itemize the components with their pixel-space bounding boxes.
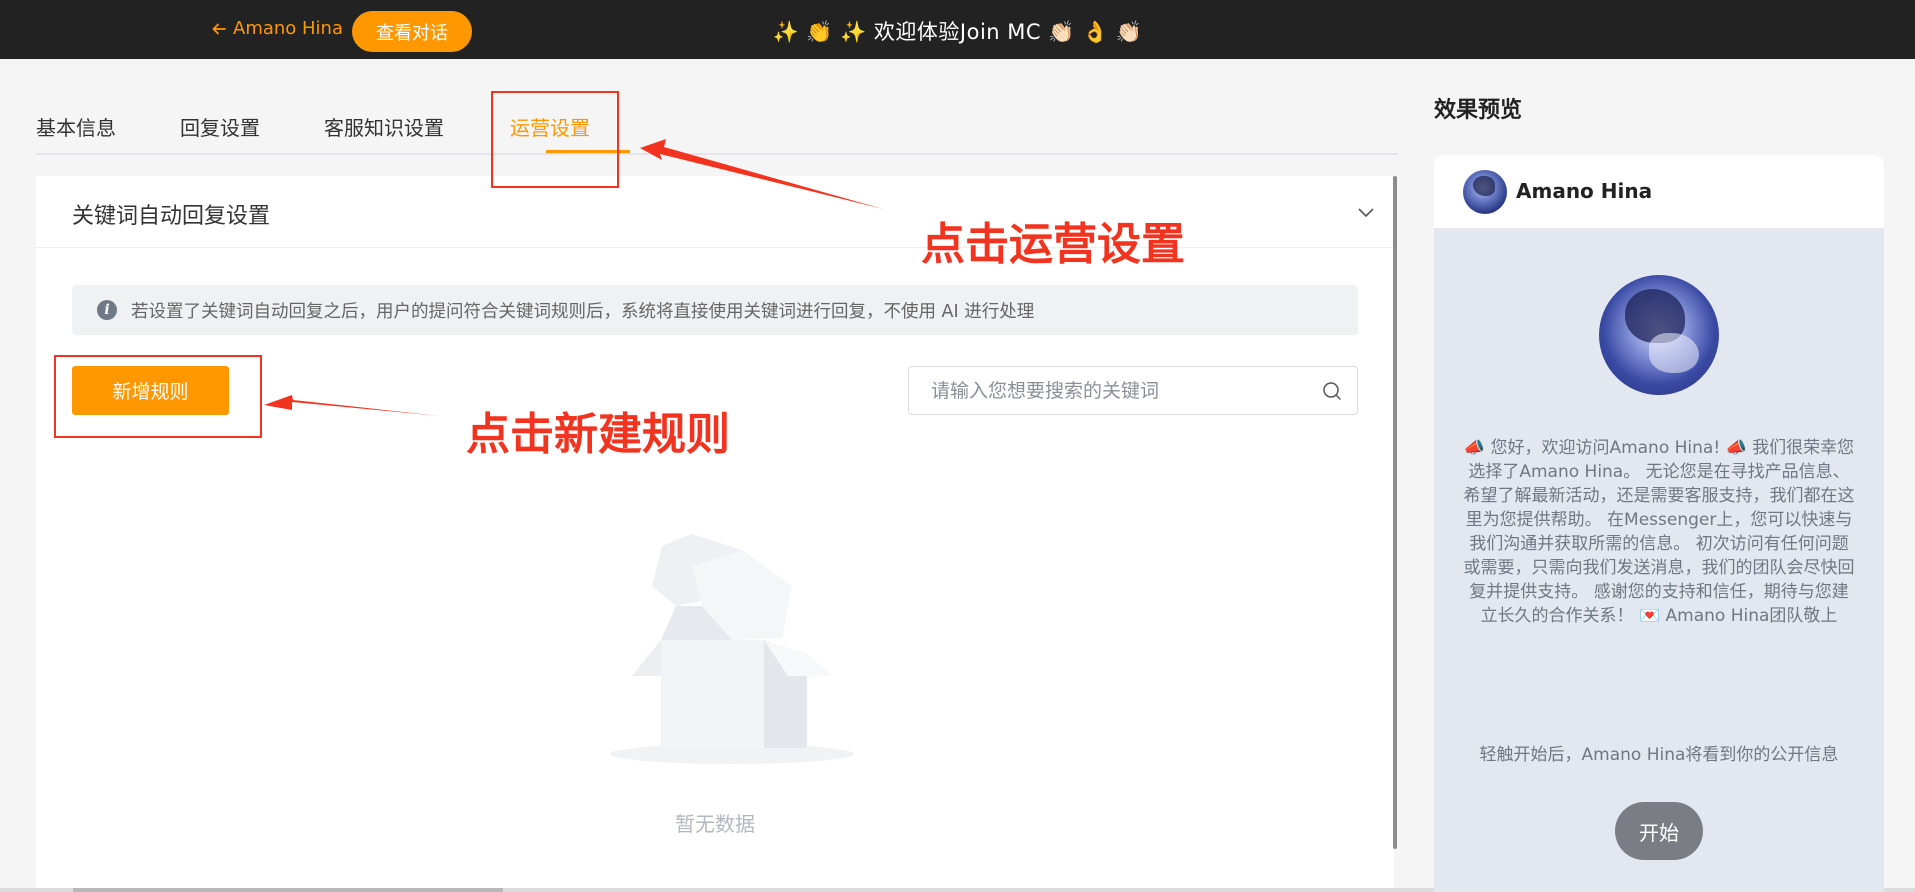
tab-knowledge-settings[interactable]: 客服知识设置 (324, 112, 444, 141)
preview-section-title: 效果预览 (1434, 98, 1523, 123)
search-icon[interactable] (1321, 380, 1343, 402)
annotation-box-tab (491, 91, 619, 188)
preview-name: Amano Hina (1516, 179, 1653, 203)
top-bar: Amano Hina 查看对话 ✨ 👏 ✨ 欢迎体验Join MC 👏🏻 👌 👏… (0, 0, 1915, 59)
page-title: ✨ 👏 ✨ 欢迎体验Join MC 👏🏻 👌 👏🏻 (772, 20, 1143, 44)
horizontal-scrollbar-thumb[interactable] (73, 888, 503, 892)
panel-scrollbar[interactable] (1393, 176, 1397, 849)
keyword-search[interactable] (908, 366, 1358, 415)
settings-tabs: 基本信息 回复设置 客服知识设置 运营设置 (36, 90, 1398, 155)
annotation-box-add-rule (54, 355, 262, 438)
panel-title: 关键词自动回复设置 (72, 204, 271, 229)
tab-basic-info[interactable]: 基本信息 (36, 112, 116, 141)
preview-header: Amano Hina (1434, 155, 1884, 229)
consent-text: 轻触开始后，Amano Hina将看到你的公开信息 (1479, 745, 1839, 765)
profile-avatar (1599, 275, 1719, 395)
welcome-message: 📣 您好，欢迎访问Amano Hina! 📣 我们很荣幸您选择了Amano Hi… (1463, 438, 1855, 626)
keyword-reply-panel: 关键词自动回复设置 i 若设置了关键词自动回复之后，用户的提问符合关键词规则后，… (36, 176, 1394, 892)
info-icon: i (97, 300, 117, 320)
annotation-text-add-rule: 点击新建规则 (466, 409, 730, 460)
empty-box-icon (610, 534, 854, 764)
empty-state-text: 暂无数据 (675, 812, 755, 836)
tab-reply-settings[interactable]: 回复设置 (180, 112, 260, 141)
messenger-preview: Amano Hina 📣 您好，欢迎访问Amano Hina! 📣 我们很荣幸您… (1434, 155, 1884, 892)
panel-header[interactable]: 关键词自动回复设置 (36, 176, 1394, 248)
info-notice: i 若设置了关键词自动回复之后，用户的提问符合关键词规则后，系统将直接使用关键词… (72, 285, 1358, 335)
start-button[interactable]: 开始 (1615, 802, 1703, 860)
search-input[interactable] (931, 379, 1311, 403)
avatar (1463, 170, 1507, 214)
annotation-text-tab: 点击运营设置 (921, 219, 1185, 270)
chevron-down-icon[interactable] (1356, 202, 1376, 222)
notice-text: 若设置了关键词自动回复之后，用户的提问符合关键词规则后，系统将直接使用关键词进行… (131, 301, 1035, 322)
